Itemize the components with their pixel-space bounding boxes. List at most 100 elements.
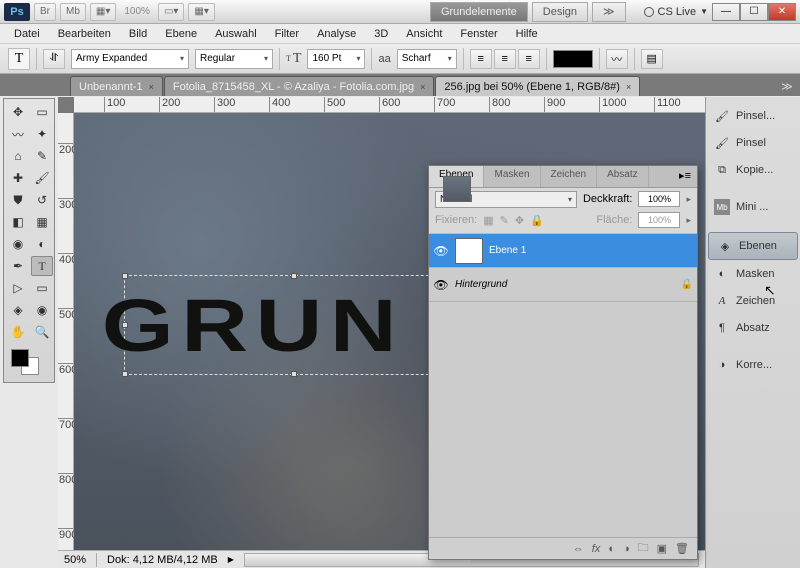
canvas-text-content[interactable]: GRUN bbox=[102, 283, 404, 368]
window-minimize[interactable]: — bbox=[712, 3, 740, 21]
dock-layers[interactable]: ◈Ebenen bbox=[708, 232, 798, 260]
path-select-tool[interactable]: ▷ bbox=[7, 278, 29, 298]
tab-zeichen[interactable]: Zeichen bbox=[541, 166, 598, 187]
arrange-docs[interactable]: ▦▾ bbox=[188, 3, 214, 21]
document-tab[interactable]: Fotolia_8715458_XL - © Azaliya - Fotolia… bbox=[164, 76, 435, 96]
character-panel-button[interactable]: ▤ bbox=[641, 49, 663, 69]
doc-size-readout[interactable]: Dok: 4,12 MB/4,12 MB bbox=[107, 554, 218, 566]
window-maximize[interactable]: ☐ bbox=[740, 3, 768, 21]
crop-tool[interactable]: ⌂ bbox=[7, 146, 29, 166]
close-icon[interactable]: × bbox=[626, 82, 631, 92]
lock-pixels-icon[interactable]: ✎ bbox=[500, 214, 509, 227]
dock-mini-bridge[interactable]: MbMini ... bbox=[706, 194, 800, 221]
layer-row[interactable]: 👁 Hintergrund 🔒 bbox=[429, 268, 697, 302]
screen-mode-picker[interactable]: ▦▾ bbox=[90, 3, 116, 21]
cs-live-button[interactable]: CS Live▼ bbox=[644, 6, 708, 18]
menu-3d[interactable]: 3D bbox=[366, 26, 396, 42]
document-tab[interactable]: Unbenannt-1× bbox=[70, 76, 163, 96]
menu-hilfe[interactable]: Hilfe bbox=[508, 26, 546, 42]
menu-bearbeiten[interactable]: Bearbeiten bbox=[50, 26, 119, 42]
dock-masks[interactable]: ◐Masken bbox=[706, 261, 800, 288]
font-style-combo[interactable]: Regular bbox=[195, 49, 273, 69]
close-icon[interactable]: × bbox=[420, 82, 425, 92]
menu-ansicht[interactable]: Ansicht bbox=[398, 26, 450, 42]
active-tool-indicator[interactable]: T bbox=[8, 48, 30, 70]
zoom-tool[interactable]: 🔍 bbox=[31, 322, 53, 342]
warp-text-button[interactable]: 〰 bbox=[606, 49, 628, 69]
badge-br[interactable]: Br bbox=[34, 3, 56, 21]
align-left[interactable]: ≡ bbox=[470, 49, 492, 69]
dock-adjustments[interactable]: ◑Korre... bbox=[706, 352, 800, 379]
document-tab-active[interactable]: 256.jpg bei 50% (Ebene 1, RGB/8#)× bbox=[435, 76, 640, 96]
tab-overflow[interactable]: ≫ bbox=[774, 76, 800, 96]
workspace-grundelemente[interactable]: Grundelemente bbox=[430, 2, 528, 22]
text-color-swatch[interactable] bbox=[553, 50, 593, 68]
lock-position-icon[interactable]: ✥ bbox=[515, 214, 524, 227]
new-group-icon[interactable]: 🗀 bbox=[638, 539, 649, 558]
workspace-more[interactable]: ≫ bbox=[592, 2, 626, 22]
3d-tool[interactable]: ◈ bbox=[7, 300, 29, 320]
magic-wand-tool[interactable]: ✦ bbox=[31, 124, 53, 144]
layer-thumbnail[interactable]: T bbox=[455, 238, 483, 264]
view-extras[interactable]: ▭▾ bbox=[158, 3, 184, 21]
marquee-tool[interactable]: ▭ bbox=[31, 102, 53, 122]
new-layer-icon[interactable]: ▣ bbox=[657, 542, 667, 555]
antialias-combo[interactable]: Scharf bbox=[397, 49, 457, 69]
dock-brush-presets[interactable]: 🖌Pinsel... bbox=[706, 103, 800, 130]
layers-panel[interactable]: Ebenen Masken Zeichen Absatz ▸≡ Normal D… bbox=[428, 165, 698, 560]
blur-tool[interactable]: ◉ bbox=[7, 234, 29, 254]
workspace-design[interactable]: Design bbox=[532, 2, 588, 22]
type-tool[interactable]: T bbox=[31, 256, 53, 276]
menu-ebene[interactable]: Ebene bbox=[157, 26, 205, 42]
window-close[interactable]: ✕ bbox=[768, 3, 796, 21]
text-orientation-toggle[interactable]: ⥯ bbox=[43, 49, 65, 69]
tab-absatz[interactable]: Absatz bbox=[597, 166, 649, 187]
menu-auswahl[interactable]: Auswahl bbox=[207, 26, 265, 42]
opacity-field[interactable]: 100% bbox=[638, 191, 680, 207]
shape-tool[interactable]: ▭ bbox=[31, 278, 53, 298]
menu-datei[interactable]: Datei bbox=[6, 26, 48, 42]
menu-bild[interactable]: Bild bbox=[121, 26, 155, 42]
link-layers-icon[interactable]: ⇔ bbox=[573, 543, 584, 555]
layer-fx-icon[interactable]: fx bbox=[592, 543, 601, 555]
dock-paragraph[interactable]: ¶Absatz bbox=[706, 315, 800, 342]
history-brush-tool[interactable]: ↺ bbox=[31, 190, 53, 210]
lock-all-icon[interactable]: 🔒 bbox=[530, 214, 544, 227]
brush-tool[interactable]: 🖌 bbox=[31, 168, 53, 188]
eraser-tool[interactable]: ◧ bbox=[7, 212, 29, 232]
lock-transparency-icon[interactable]: ▦ bbox=[483, 214, 493, 227]
flyout-icon[interactable]: ▸ bbox=[686, 215, 691, 226]
eyedropper-tool[interactable]: ✎ bbox=[31, 146, 53, 166]
panel-menu-icon[interactable]: ▸≡ bbox=[673, 166, 697, 187]
align-right[interactable]: ≡ bbox=[518, 49, 540, 69]
stamp-tool[interactable]: ⛊ bbox=[7, 190, 29, 210]
align-center[interactable]: ≡ bbox=[494, 49, 516, 69]
menu-fenster[interactable]: Fenster bbox=[452, 26, 505, 42]
gradient-tool[interactable]: ▦ bbox=[31, 212, 53, 232]
move-tool[interactable]: ✥ bbox=[7, 102, 29, 122]
new-adjustment-icon[interactable]: ◑ bbox=[623, 543, 630, 555]
font-family-combo[interactable]: Army Expanded bbox=[71, 49, 189, 69]
layer-name[interactable]: Ebene 1 bbox=[489, 245, 693, 256]
menu-analyse[interactable]: Analyse bbox=[309, 26, 364, 42]
font-size-combo[interactable]: 160 Pt bbox=[307, 49, 365, 69]
dock-character[interactable]: AZeichen bbox=[706, 288, 800, 315]
pen-tool[interactable]: ✒ bbox=[7, 256, 29, 276]
menu-filter[interactable]: Filter bbox=[267, 26, 307, 42]
close-icon[interactable]: × bbox=[149, 82, 154, 92]
visibility-toggle[interactable]: 👁 bbox=[433, 278, 449, 292]
layer-row-selected[interactable]: 👁 T Ebene 1 bbox=[429, 234, 697, 268]
add-mask-icon[interactable]: ◐ bbox=[608, 543, 615, 555]
fill-field[interactable]: 100% bbox=[638, 212, 680, 228]
hand-tool[interactable]: ✋ bbox=[7, 322, 29, 342]
dock-brush[interactable]: 🖌Pinsel bbox=[706, 130, 800, 157]
flyout-icon[interactable]: ▸ bbox=[686, 194, 691, 205]
color-swatches[interactable] bbox=[7, 347, 53, 379]
badge-mb[interactable]: Mb bbox=[60, 3, 86, 21]
tab-masken[interactable]: Masken bbox=[484, 166, 540, 187]
layer-name[interactable]: Hintergrund bbox=[455, 279, 675, 290]
healing-tool[interactable]: ✚ bbox=[7, 168, 29, 188]
delete-layer-icon[interactable]: 🗑 bbox=[675, 542, 689, 555]
dodge-tool[interactable]: ◐ bbox=[31, 234, 53, 254]
visibility-toggle[interactable]: 👁 bbox=[433, 244, 449, 258]
